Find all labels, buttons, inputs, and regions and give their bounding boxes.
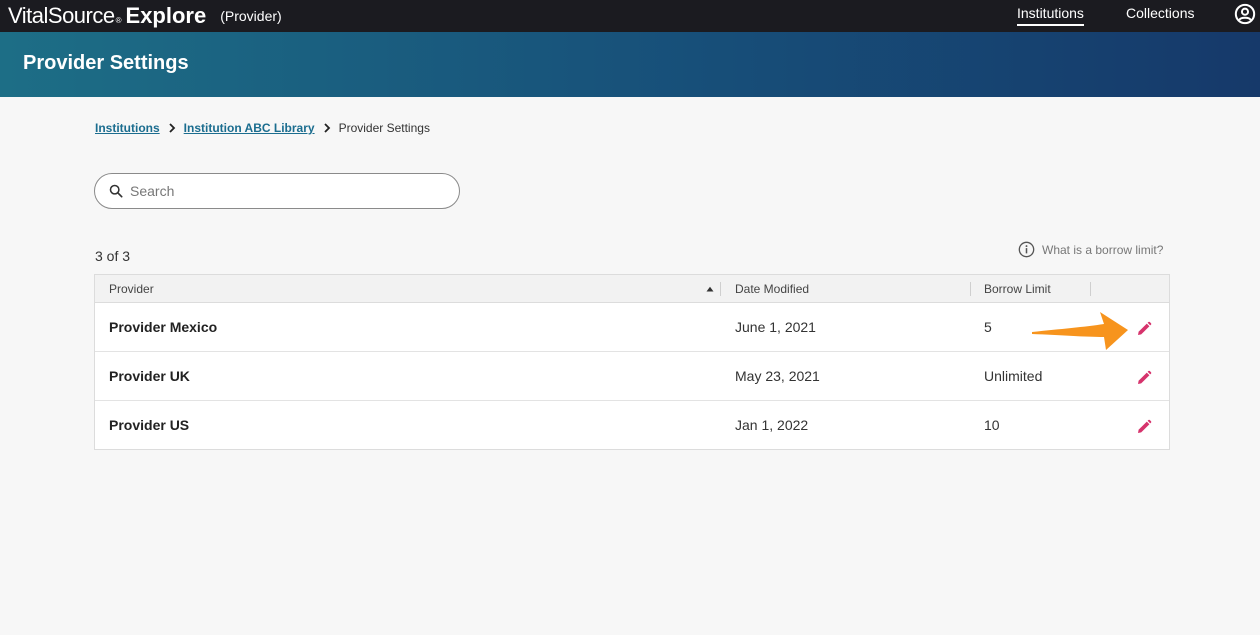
breadcrumb-institution-abc-library[interactable]: Institution ABC Library xyxy=(184,121,315,135)
column-divider xyxy=(1090,282,1091,296)
brand-logo[interactable]: VitalSource ® Explore (Provider) xyxy=(8,0,282,32)
sort-ascending-icon[interactable] xyxy=(706,286,714,292)
account-circle-icon[interactable] xyxy=(1234,3,1256,25)
table-row: Provider UK May 23, 2021 Unlimited xyxy=(95,352,1169,401)
nav-collections[interactable]: Collections xyxy=(1126,0,1194,32)
column-header-date-modified[interactable]: Date Modified xyxy=(735,275,809,303)
page-title: Provider Settings xyxy=(23,52,189,74)
provider-name: Provider US xyxy=(109,417,190,433)
brand-name: VitalSource xyxy=(8,3,115,28)
date-modified: Jan 1, 2022 xyxy=(735,417,809,433)
borrow-limit: Unlimited xyxy=(984,368,1043,384)
info-icon xyxy=(1018,241,1035,258)
breadcrumb-current: Provider Settings xyxy=(338,121,430,135)
arrow-pointer-icon xyxy=(1032,312,1128,350)
column-divider xyxy=(720,282,721,296)
pencil-icon[interactable] xyxy=(1135,369,1153,387)
date-modified: June 1, 2021 xyxy=(735,319,816,335)
search-box[interactable] xyxy=(94,173,460,209)
brand-mark: ® xyxy=(115,16,122,25)
providers-table: Provider Date Modified Borrow Limit Prov… xyxy=(94,274,1170,450)
page-banner: Provider Settings xyxy=(0,32,1260,97)
result-count: 3 of 3 xyxy=(95,248,131,264)
column-header-provider[interactable]: Provider xyxy=(109,275,154,303)
chevron-right-icon xyxy=(323,123,330,133)
provider-name: Provider UK xyxy=(109,368,190,384)
breadcrumb-institutions[interactable]: Institutions xyxy=(95,121,160,135)
chevron-right-icon xyxy=(169,123,175,133)
search-icon xyxy=(109,184,123,198)
breadcrumb: Institutions Institution ABC Library Pro… xyxy=(95,121,430,135)
pencil-icon[interactable] xyxy=(1135,320,1153,338)
search-input[interactable] xyxy=(130,183,430,199)
column-divider xyxy=(970,282,971,296)
pencil-icon[interactable] xyxy=(1135,418,1153,436)
help-label: What is a borrow limit? xyxy=(1042,242,1164,257)
borrow-limit: 5 xyxy=(984,319,992,335)
provider-name: Provider Mexico xyxy=(109,319,218,335)
nav-institutions[interactable]: Institutions xyxy=(1017,0,1084,32)
table-row: Provider Mexico June 1, 2021 5 xyxy=(95,303,1169,352)
borrow-limit: 10 xyxy=(984,417,1000,433)
table-header: Provider Date Modified Borrow Limit xyxy=(95,275,1169,303)
date-modified: May 23, 2021 xyxy=(735,368,820,384)
borrow-limit-help[interactable]: What is a borrow limit? xyxy=(1018,241,1163,258)
brand-product: Explore xyxy=(125,3,207,28)
role-label: (Provider) xyxy=(220,8,282,24)
top-bar: VitalSource ® Explore (Provider) Institu… xyxy=(0,0,1260,32)
column-header-borrow-limit[interactable]: Borrow Limit xyxy=(984,275,1051,303)
table-row: Provider US Jan 1, 2022 10 xyxy=(95,401,1169,450)
